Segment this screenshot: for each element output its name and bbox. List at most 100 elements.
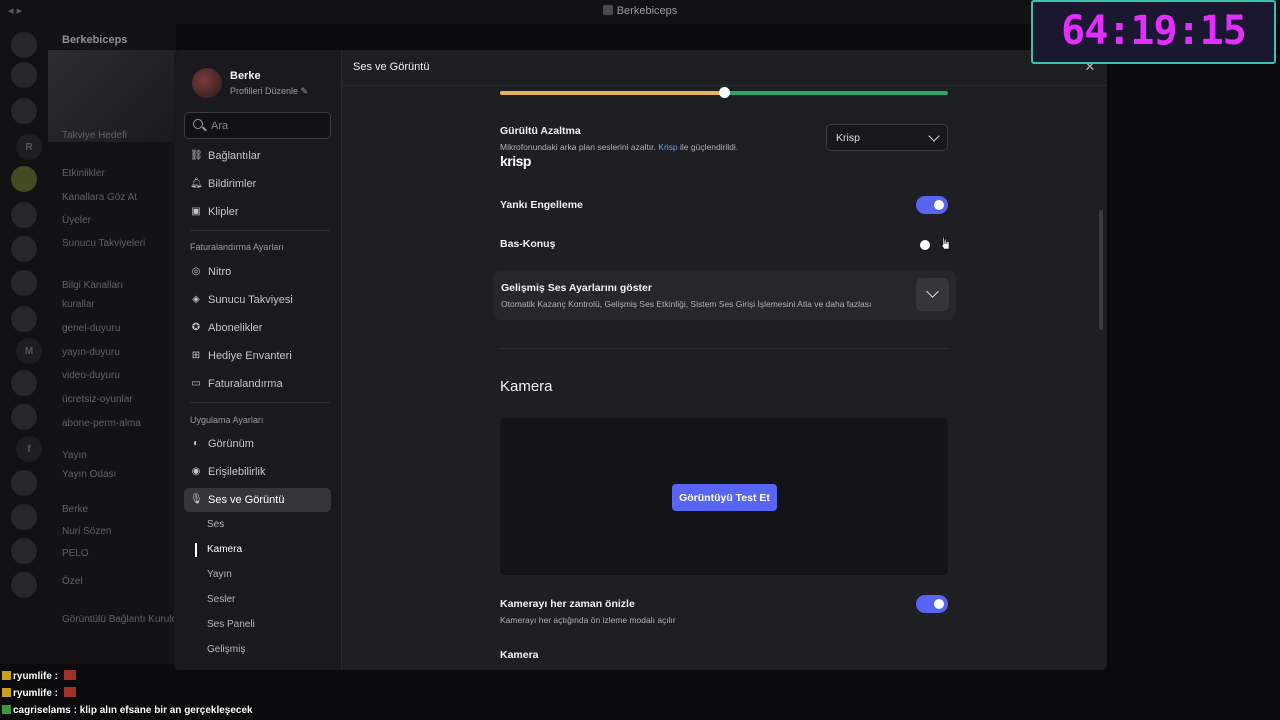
accessibility-icon: ◉ <box>191 466 201 477</box>
settings-modal: Berke Profilleri Düzenle ✎ ⛓Bağlantılar … <box>174 50 1107 670</box>
server-icon[interactable] <box>11 306 37 332</box>
microphone-icon: 🎙︎ <box>190 494 203 505</box>
palette-icon: ◐ <box>192 438 200 449</box>
echo-cancellation-toggle[interactable] <box>916 196 948 214</box>
channel-row[interactable]: Etkinlikler <box>62 168 105 179</box>
server-icon[interactable] <box>11 166 37 192</box>
server-icon[interactable] <box>11 98 37 124</box>
server-icon[interactable] <box>11 202 37 228</box>
card-icon: ▭ <box>191 378 201 389</box>
channel-row: Görüntülü Bağlantı Kuruldu <box>62 614 183 625</box>
badge-icon <box>2 688 11 697</box>
noise-suppression-desc: Mikrofonundaki arka plan seslerini azalt… <box>500 142 739 152</box>
sidebar-item-connections[interactable]: ⛓ Bağlantılar <box>184 144 331 168</box>
server-icon[interactable] <box>11 236 37 262</box>
channel-row[interactable]: yayın-duyuru <box>62 347 120 358</box>
sidebar-item-gift-inventory[interactable]: ⊞ Hediye Envanteri <box>184 344 331 368</box>
app-settings-header: Uygulama Ayarları <box>190 415 264 425</box>
server-icon[interactable] <box>11 404 37 430</box>
edit-profile-link[interactable]: Profilleri Düzenle ✎ <box>230 86 308 97</box>
server-icon[interactable]: M <box>16 338 42 364</box>
krisp-link[interactable]: Krisp <box>658 142 677 152</box>
always-preview-desc: Kamerayı her açtığında ön izleme modalı … <box>500 615 676 625</box>
chat-message: ryumlife : <box>2 687 402 699</box>
sidebar-item-subscriptions[interactable]: ✪ Abonelikler <box>184 316 331 340</box>
search-input[interactable] <box>211 118 321 134</box>
divider <box>500 348 948 349</box>
billing-settings-header: Faturalandırma Ayarları <box>190 242 284 252</box>
sub-item-sounds[interactable]: Sesler <box>207 594 235 605</box>
server-icon[interactable] <box>11 470 37 496</box>
sidebar-item-notifications[interactable]: 🔔︎ Bildirimler <box>184 172 331 196</box>
channel-row[interactable]: Özel <box>62 576 83 587</box>
server-icon[interactable] <box>11 572 37 598</box>
content-header: Ses ve Görüntü <box>342 50 1107 86</box>
channel-row[interactable]: Yayın Odası <box>62 469 116 480</box>
advanced-voice-settings[interactable]: Gelişmiş Ses Ayarlarını göster Otomatik … <box>493 270 956 320</box>
profile-name: Berke <box>230 70 261 82</box>
server-icon[interactable] <box>11 62 37 88</box>
sidebar-item-billing[interactable]: ▭ Faturalandırma <box>184 372 331 396</box>
profile-card[interactable]: Berke Profilleri Düzenle ✎ <box>190 66 340 106</box>
channel-row[interactable]: genel-duyuru <box>62 323 120 334</box>
server-icon[interactable] <box>11 504 37 530</box>
server-icon[interactable] <box>11 32 37 58</box>
channel-row[interactable]: kurallar <box>62 299 95 310</box>
server-icon[interactable]: f <box>16 436 42 462</box>
timer-value: 64:19:15 <box>1061 8 1247 54</box>
server-icon[interactable] <box>11 538 37 564</box>
sub-item-voice[interactable]: Ses <box>207 519 224 530</box>
channel-list-items: Takviye Hedefi Etkinlikler Kanallara Göz… <box>48 24 183 664</box>
divider <box>190 402 330 403</box>
channel-row[interactable]: Berke <box>62 504 88 515</box>
chat-message: ryumlife : <box>2 670 402 682</box>
server-icon[interactable] <box>11 270 37 296</box>
input-sensitivity-slider[interactable] <box>500 87 948 98</box>
sidebar-item-accessibility[interactable]: ◉ Erişilebilirlik <box>184 460 331 484</box>
sidebar-item-clips[interactable]: ▣ Klipler <box>184 200 331 224</box>
emote-icon <box>63 670 76 680</box>
channel-row[interactable]: Sunucu Takviyeleri <box>62 238 145 249</box>
test-video-button[interactable]: Görüntüyü Test Et <box>672 484 777 511</box>
chevron-down-icon <box>926 285 939 298</box>
camera-select-label: Kamera <box>500 649 539 661</box>
sidebar-item-appearance[interactable]: ◐ Görünüm <box>184 432 331 456</box>
channel-row[interactable]: Bilgi Kanalları <box>62 280 123 291</box>
sub-item-advanced[interactable]: Gelişmiş <box>207 644 245 655</box>
page-title: Ses ve Görüntü <box>353 61 430 73</box>
sub-item-camera[interactable]: Kamera <box>207 544 242 555</box>
search-icon <box>193 119 203 129</box>
channel-row[interactable]: Nuri Sözen <box>62 526 111 537</box>
channel-row[interactable]: ücretsiz-oyunlar <box>62 394 133 405</box>
search-box[interactable] <box>184 112 331 139</box>
push-to-talk-label: Bas-Konuş <box>500 238 556 250</box>
emote-icon <box>63 687 76 697</box>
sidebar-item-server-boost[interactable]: ◈ Sunucu Takviyesi <box>184 288 331 312</box>
sidebar-item-voice-video[interactable]: 🎙︎ Ses ve Görüntü <box>184 488 331 512</box>
channel-row[interactable]: PELO <box>62 548 89 559</box>
expand-button[interactable] <box>916 278 949 311</box>
sub-item-stream[interactable]: Yayın <box>207 569 232 580</box>
channel-row[interactable]: Takviye Hedefi <box>62 130 127 141</box>
sub-item-soundboard[interactable]: Ses Paneli <box>207 619 255 630</box>
echo-cancellation-label: Yankı Engelleme <box>500 199 583 211</box>
scrollbar[interactable] <box>1099 210 1103 330</box>
always-preview-toggle[interactable] <box>916 595 948 613</box>
noise-suppression-select[interactable]: Krisp <box>826 124 948 151</box>
channel-row[interactable]: Üyeler <box>62 215 91 226</box>
channel-row[interactable]: Kanallara Göz At <box>62 192 137 203</box>
toggle-knob <box>934 200 944 210</box>
advanced-settings-desc: Otomatik Kazanç Kontrolü, Gelişmiş Ses E… <box>501 299 872 309</box>
chevron-down-icon <box>928 130 940 142</box>
settings-content: Ses ve Görüntü ✕ Gürültü Azaltma Mikrofo… <box>342 50 1107 670</box>
settings-sidebar: Berke Profilleri Düzenle ✎ ⛓Bağlantılar … <box>174 50 342 670</box>
channel-row[interactable]: video-duyuru <box>62 370 120 381</box>
avatar[interactable] <box>192 68 222 98</box>
camera-section-title: Kamera <box>500 378 553 395</box>
sidebar-item-nitro[interactable]: ◎ Nitro <box>184 260 331 284</box>
server-icon[interactable] <box>11 370 37 396</box>
channel-row[interactable]: Yayın <box>62 450 87 461</box>
slider-knob[interactable] <box>719 87 730 98</box>
channel-row[interactable]: abone-perm-alma <box>62 418 141 429</box>
server-icon[interactable]: R <box>16 134 42 160</box>
